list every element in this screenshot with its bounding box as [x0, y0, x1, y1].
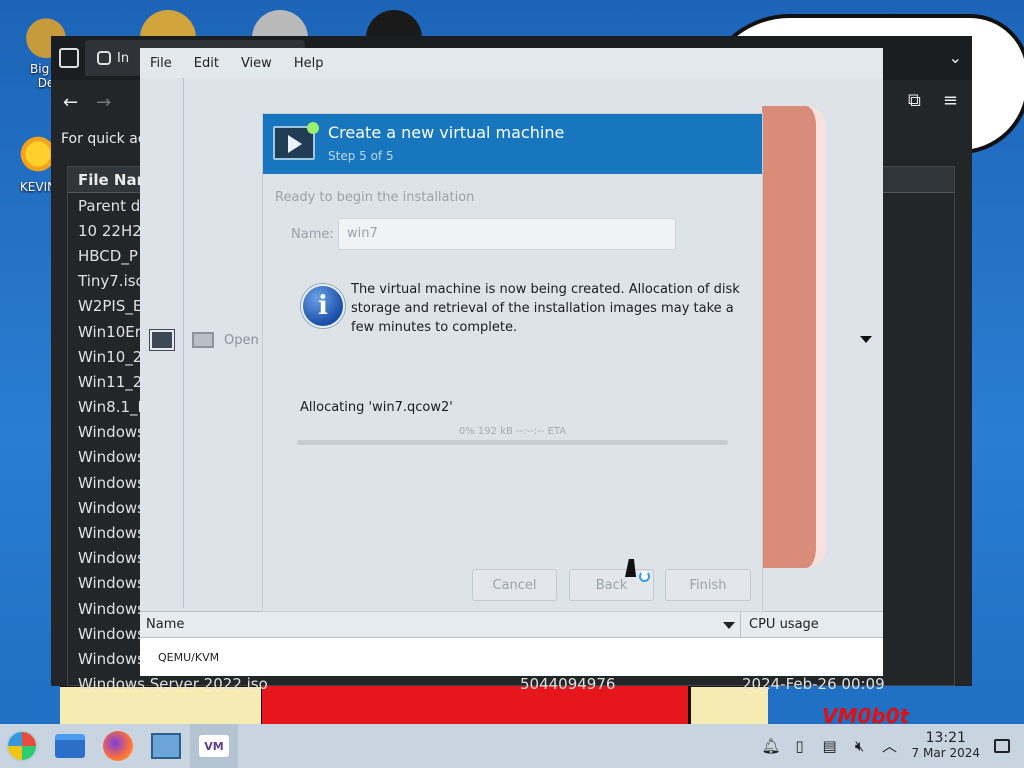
file-size: 5044094976 — [520, 675, 616, 694]
file-name: Tiny7.iso — [78, 272, 145, 291]
expand-tray-icon[interactable]: ︿ — [882, 738, 898, 754]
file-name: HBCD_P — [78, 246, 138, 265]
wizard-step: Step 5 of 5 — [328, 149, 394, 163]
extensions-icon[interactable]: ⧉ — [908, 90, 921, 111]
progress-bar — [297, 440, 728, 445]
column-cpu-usage[interactable]: CPU usage — [740, 612, 819, 637]
file-name: Win10Er — [78, 322, 141, 341]
clipboard-icon[interactable]: ▯ — [792, 738, 808, 754]
taskbar-vm-app[interactable]: VM — [190, 724, 238, 768]
clock[interactable]: 13:21 7 Mar 2024 — [912, 731, 980, 761]
fm-tab-label: In — [117, 50, 130, 66]
taskbar: VM 🔔︎ ▯ ▤ 🔇︎ ︿ 13:21 7 Mar 2024 — [0, 724, 1024, 768]
file-name: Win8.1_E — [78, 398, 148, 417]
file-name: Windows — [78, 549, 145, 568]
dropdown-arrow-icon[interactable] — [860, 336, 872, 343]
menu-view[interactable]: View — [241, 56, 272, 71]
file-name: W2PIS_E — [78, 297, 143, 316]
system-tray: 🔔︎ ▯ ▤ 🔇︎ ︿ 13:21 7 Mar 2024 — [762, 724, 1024, 768]
virt-manager-icon — [151, 733, 181, 759]
menu-icon[interactable]: ≡ — [943, 90, 958, 111]
tasks-icon[interactable]: ▤ — [822, 738, 838, 754]
busy-spinner-icon — [639, 571, 650, 582]
progress-text: 0% 192 kB --:--:-- ETA — [458, 426, 567, 437]
open-button-label: Open — [224, 332, 259, 348]
file-name: Windows — [78, 498, 145, 517]
new-badge-icon — [307, 122, 319, 134]
file-name: Windows — [78, 574, 145, 593]
file-date: 2024-Feb-26 00:09 — [742, 675, 885, 694]
file-name: Windows — [78, 448, 145, 467]
menu-file[interactable]: File — [150, 56, 172, 71]
info-message: The virtual machine is now being created… — [351, 282, 740, 335]
new-vm-icon — [273, 122, 319, 160]
file-name: Windows — [78, 524, 145, 543]
menu-edit[interactable]: Edit — [194, 56, 219, 71]
new-vm-wizard: Create a new virtual machine Step 5 of 5… — [263, 114, 762, 611]
vm-name-field[interactable]: win7 — [338, 218, 676, 250]
tab-overview-icon[interactable] — [59, 48, 79, 68]
file-name: Windows — [78, 473, 145, 492]
sort-arrow-icon[interactable] — [723, 622, 735, 629]
fm-toolbar-right: ⧉ ≡ — [908, 90, 958, 111]
connection-row[interactable]: QEMU/KVM — [140, 638, 883, 676]
open-button[interactable]: Open — [192, 332, 259, 348]
finish-button[interactable]: Finish — [665, 569, 751, 601]
clock-time: 13:21 — [925, 730, 966, 746]
menu-bar: File Edit View Help — [140, 48, 883, 78]
play-icon — [288, 135, 302, 153]
taskbar-firefox[interactable] — [94, 724, 142, 768]
wizard-header: Create a new virtual machine Step 5 of 5 — [263, 114, 762, 174]
column-name-label: Name — [146, 617, 185, 632]
clock-date: 7 Mar 2024 — [911, 746, 980, 760]
back-arrow-icon[interactable]: ← — [63, 92, 78, 113]
vmm-toolbar-side — [140, 78, 184, 608]
info-message-box: i The virtual machine is now being creat… — [301, 280, 740, 342]
vm-app-icon: VM — [199, 735, 229, 757]
cancel-button[interactable]: Cancel — [472, 569, 557, 601]
app-icon — [97, 51, 111, 65]
file-name: Windows — [78, 599, 145, 618]
file-name: Win11_2 — [78, 372, 143, 391]
start-orb-icon — [6, 730, 38, 762]
vm-list-header: Name CPU usage — [140, 611, 883, 638]
column-name[interactable]: Name — [140, 617, 740, 632]
wallpaper-text: VM0b0t — [822, 704, 910, 724]
monitor-icon — [192, 332, 214, 348]
menu-help[interactable]: Help — [294, 56, 324, 71]
wallpaper-frame — [762, 106, 826, 568]
file-name: Windows Server 2022.iso — [78, 675, 268, 694]
forward-arrow-icon[interactable]: → — [96, 92, 111, 113]
file-name: Win10_2 — [78, 347, 143, 366]
file-name: 10 22H2 — [78, 221, 142, 240]
folder-icon — [55, 734, 85, 758]
taskbar-file-manager[interactable] — [46, 724, 94, 768]
ready-label: Ready to begin the installation — [275, 190, 475, 205]
file-name: Parent di — [78, 196, 145, 215]
name-label: Name: — [291, 227, 334, 242]
volume-muted-icon[interactable]: 🔇︎ — [852, 738, 868, 754]
new-vm-icon[interactable] — [149, 329, 175, 351]
notifications-icon[interactable]: 🔔︎ — [762, 738, 781, 754]
file-name: Windows — [78, 624, 145, 643]
show-desktop-icon[interactable] — [994, 739, 1010, 753]
info-icon: i — [301, 284, 345, 328]
wizard-title: Create a new virtual machine — [328, 123, 565, 142]
taskbar-virt-manager[interactable] — [142, 724, 190, 768]
file-name: Windows — [78, 649, 145, 668]
firefox-icon — [103, 731, 133, 761]
allocating-label: Allocating 'win7.qcow2' — [300, 400, 453, 415]
chevron-down-icon[interactable]: ⌄ — [949, 48, 962, 67]
file-name: Windows — [78, 423, 145, 442]
start-button[interactable] — [0, 724, 44, 768]
